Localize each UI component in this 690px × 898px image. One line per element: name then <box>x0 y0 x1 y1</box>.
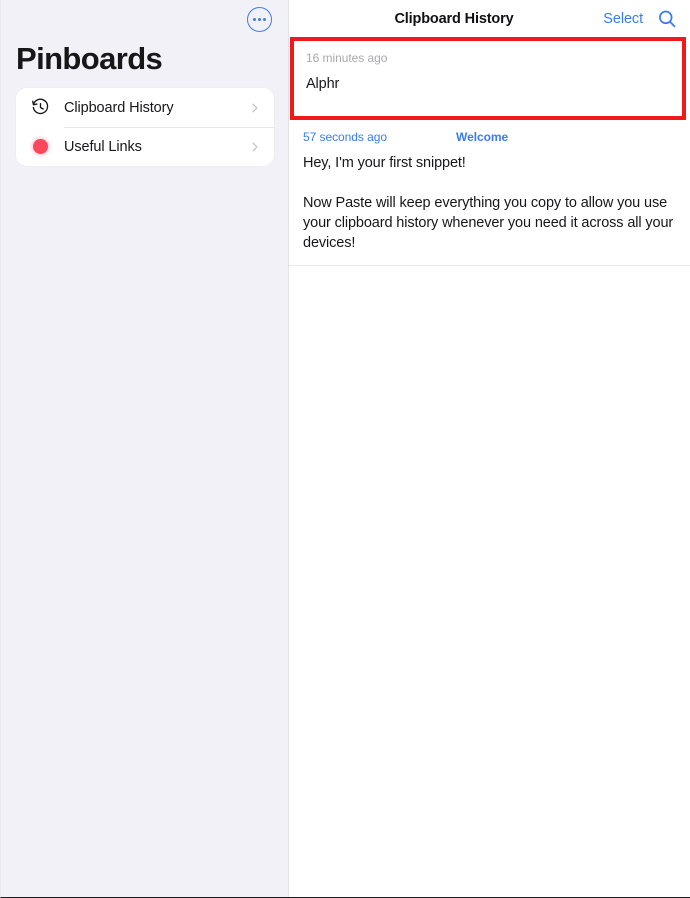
entry-body: Hey, I'm your first snippet! Now Paste w… <box>303 155 674 251</box>
list-item[interactable]: 57 seconds ago Welcome Hey, I'm your fir… <box>289 120 690 266</box>
entry-body: Alphr <box>306 76 340 92</box>
select-button[interactable]: Select <box>603 11 643 27</box>
entry-timestamp: 57 seconds ago <box>303 130 388 144</box>
sidebar: Pinboards Clipboard History Useful Links <box>1 0 289 897</box>
header-actions: Select <box>603 9 677 29</box>
sidebar-item-label: Clipboard History <box>64 99 174 116</box>
red-dot-icon <box>31 137 50 156</box>
entry-divider <box>289 265 690 266</box>
entry-timestamp: 16 minutes ago <box>306 51 388 65</box>
history-clock-icon <box>31 98 50 117</box>
more-dot-3 <box>263 17 267 22</box>
main-panel: Clipboard History Select 16 minutes ago … <box>289 0 690 897</box>
page-title: Pinboards <box>16 41 163 76</box>
list-item[interactable]: 16 minutes ago Alphr <box>289 37 690 120</box>
pinboard-list: Clipboard History Useful Links <box>16 88 274 166</box>
more-dot-2 <box>257 17 262 22</box>
chevron-right-icon <box>250 142 260 152</box>
entry-meta: 16 minutes ago <box>306 51 677 65</box>
app-window: Pinboards Clipboard History Useful Links… <box>0 0 690 898</box>
entry-meta: 57 seconds ago Welcome <box>303 130 677 144</box>
sidebar-item-useful-links[interactable]: Useful Links <box>16 127 274 166</box>
sidebar-item-clipboard-history[interactable]: Clipboard History <box>16 88 274 127</box>
main-header: Clipboard History Select <box>289 0 690 37</box>
more-dot-1 <box>252 17 256 22</box>
sidebar-item-label: Useful Links <box>64 138 142 155</box>
chevron-right-icon <box>250 103 260 113</box>
more-options-icon[interactable] <box>247 7 272 32</box>
entry-tag: Welcome <box>456 130 509 144</box>
search-icon[interactable] <box>657 9 677 29</box>
clipboard-entry-list: 16 minutes ago Alphr 57 seconds ago Welc… <box>289 37 690 266</box>
